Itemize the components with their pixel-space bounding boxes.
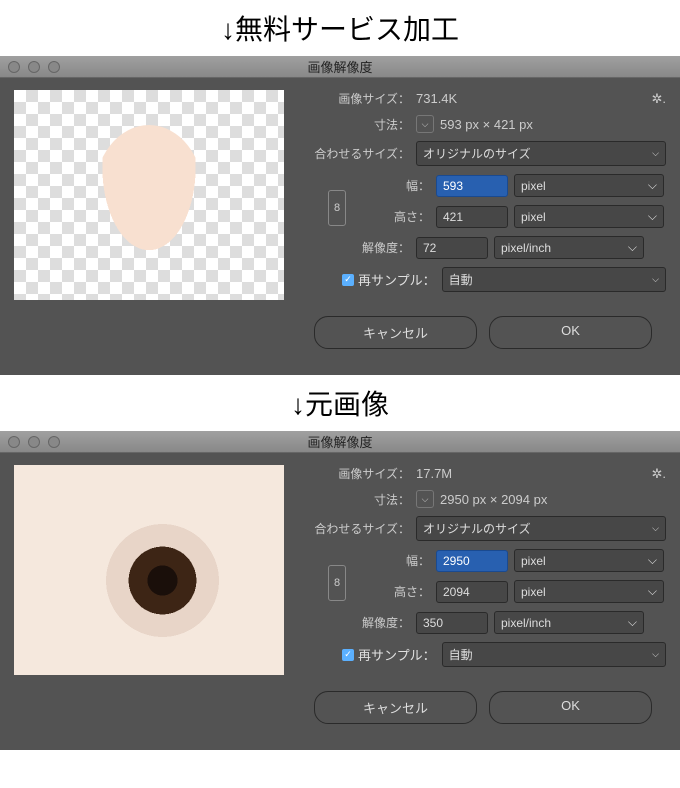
resolution-label: 解像度：	[300, 239, 410, 256]
fit-to-select[interactable]: オリジナルのサイズ⌵	[416, 141, 666, 166]
close-icon[interactable]	[8, 436, 20, 448]
resample-select[interactable]: 自動⌵	[442, 267, 666, 292]
ok-button[interactable]: OK	[489, 691, 652, 724]
dimensions-dropdown[interactable]: ⌵	[416, 490, 434, 508]
image-size-value: 731.4K	[416, 91, 457, 106]
section-header-original: ↓元画像	[0, 375, 680, 431]
height-unit-select[interactable]: pixel⌵	[514, 205, 664, 228]
window-controls	[8, 61, 60, 73]
dimensions-value: 2950 px × 2094 px	[440, 492, 547, 507]
section-header-free: ↓無料サービス加工	[0, 0, 680, 56]
cancel-button[interactable]: キャンセル	[314, 316, 477, 349]
height-input[interactable]: 2094	[436, 581, 508, 603]
resample-label: 再サンプル：	[358, 270, 436, 289]
window-controls	[8, 436, 60, 448]
fit-to-select[interactable]: オリジナルのサイズ⌵	[416, 516, 666, 541]
image-size-label: 画像サイズ：	[300, 90, 410, 107]
image-size-label: 画像サイズ：	[300, 465, 410, 482]
width-unit-select[interactable]: pixel⌵	[514, 174, 664, 197]
width-label: 幅：	[352, 177, 430, 194]
dimensions-value: 593 px × 421 px	[440, 117, 533, 132]
fit-to-label: 合わせるサイズ：	[300, 145, 410, 162]
dimensions-label: 寸法：	[300, 491, 410, 508]
width-label: 幅：	[352, 552, 430, 569]
titlebar: 画像解像度	[0, 56, 680, 78]
resolution-unit-select[interactable]: pixel/inch⌵	[494, 611, 644, 634]
gear-icon[interactable]: ✲.	[651, 91, 666, 107]
resample-label: 再サンプル：	[358, 645, 436, 664]
dialog-title: 画像解像度	[8, 432, 672, 451]
dimensions-label: 寸法：	[300, 116, 410, 133]
height-input[interactable]: 421	[436, 206, 508, 228]
resample-checkbox[interactable]: ✓	[342, 274, 354, 286]
fit-to-label: 合わせるサイズ：	[300, 520, 410, 537]
width-input[interactable]: 2950	[436, 550, 508, 572]
ok-button[interactable]: OK	[489, 316, 652, 349]
image-size-value: 17.7M	[416, 466, 452, 481]
resolution-unit-select[interactable]: pixel/inch⌵	[494, 236, 644, 259]
dimensions-dropdown[interactable]: ⌵	[416, 115, 434, 133]
minimize-icon[interactable]	[28, 61, 40, 73]
zoom-icon[interactable]	[48, 436, 60, 448]
link-icon[interactable]: 8	[328, 190, 346, 226]
resolution-input[interactable]: 72	[416, 237, 488, 259]
resolution-input[interactable]: 350	[416, 612, 488, 634]
close-icon[interactable]	[8, 61, 20, 73]
titlebar: 画像解像度	[0, 431, 680, 453]
image-preview	[14, 90, 284, 300]
resolution-label: 解像度：	[300, 614, 410, 631]
image-preview	[14, 465, 284, 675]
height-label: 高さ：	[352, 583, 430, 600]
link-icon[interactable]: 8	[328, 565, 346, 601]
resample-checkbox[interactable]: ✓	[342, 649, 354, 661]
height-label: 高さ：	[352, 208, 430, 225]
width-input[interactable]: 593	[436, 175, 508, 197]
width-unit-select[interactable]: pixel⌵	[514, 549, 664, 572]
cancel-button[interactable]: キャンセル	[314, 691, 477, 724]
minimize-icon[interactable]	[28, 436, 40, 448]
height-unit-select[interactable]: pixel⌵	[514, 580, 664, 603]
gear-icon[interactable]: ✲.	[651, 466, 666, 482]
zoom-icon[interactable]	[48, 61, 60, 73]
dialog-title: 画像解像度	[8, 57, 672, 76]
resample-select[interactable]: 自動⌵	[442, 642, 666, 667]
image-size-dialog-1: 画像解像度 画像サイズ： 731.4K ✲. 寸法： ⌵ 593 px × 42…	[0, 56, 680, 375]
image-size-dialog-2: 画像解像度 画像サイズ： 17.7M ✲. 寸法： ⌵ 2950 px × 20…	[0, 431, 680, 750]
